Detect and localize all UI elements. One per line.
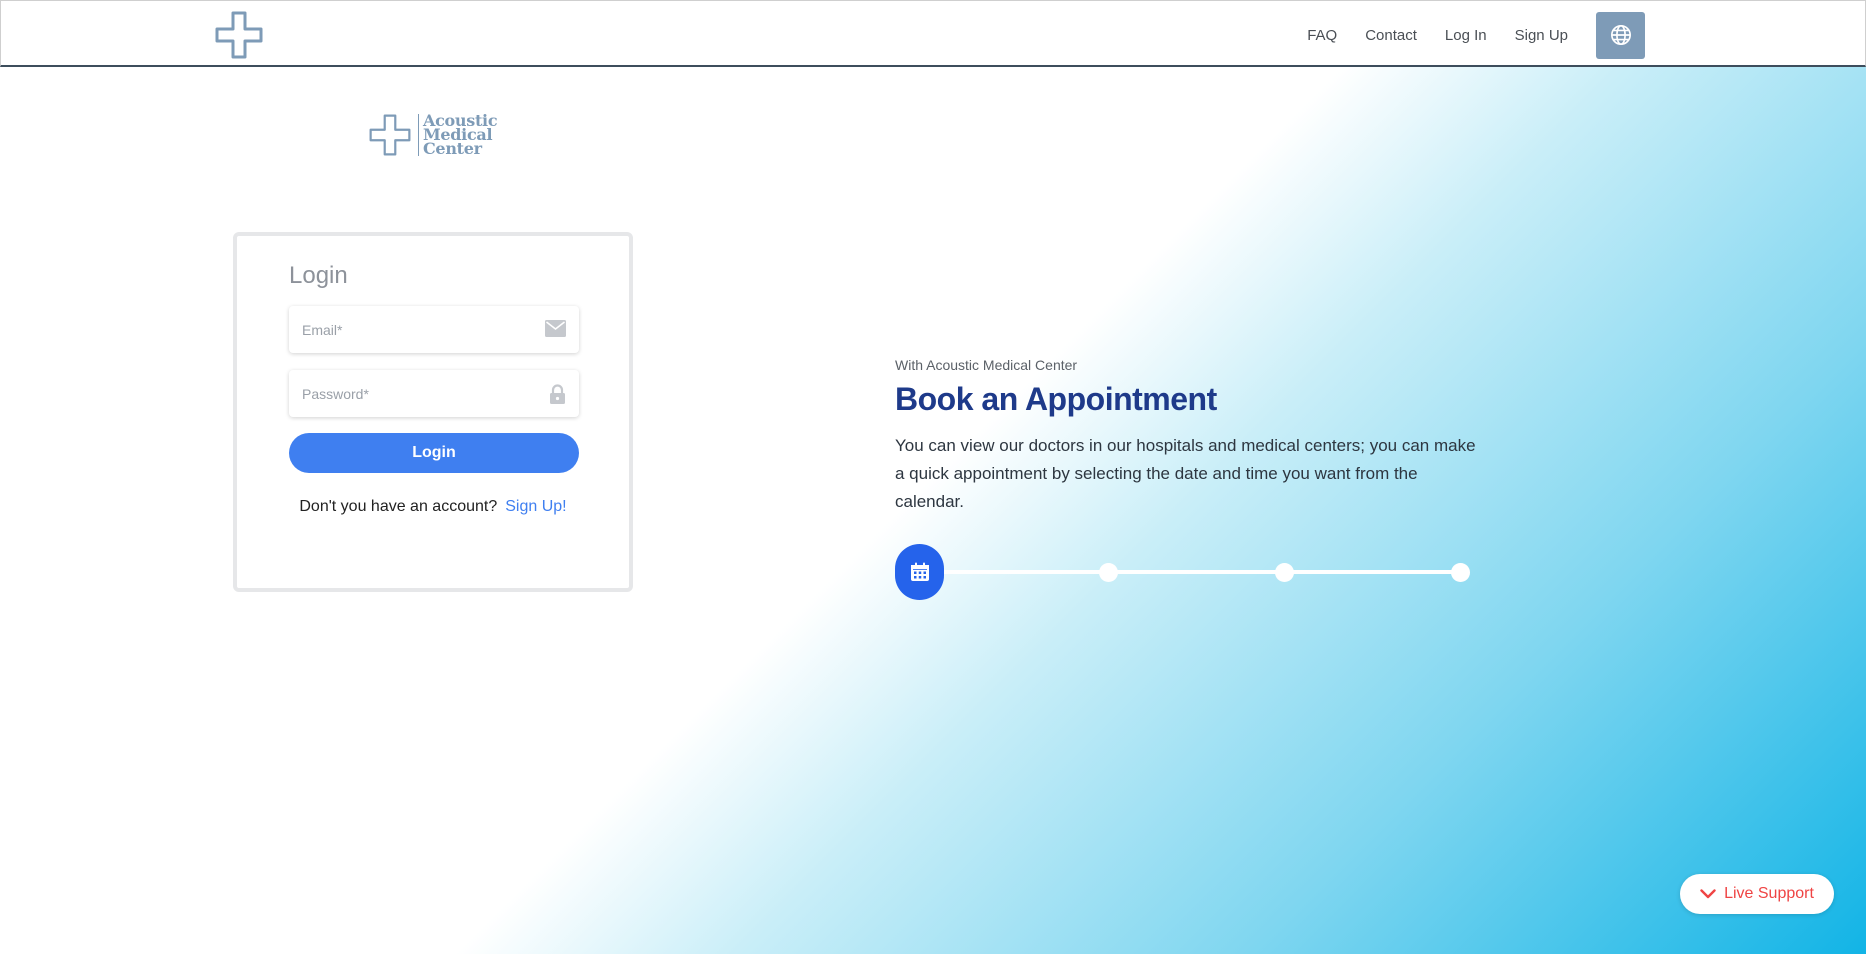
password-field-wrapper (289, 370, 579, 417)
lock-icon (550, 384, 565, 404)
signup-prompt: Don't you have an account? Sign Up! (237, 498, 629, 516)
steps-track (935, 570, 1455, 574)
live-support-button[interactable]: Live Support (1680, 874, 1834, 914)
language-button[interactable] (1596, 11, 1645, 59)
signup-link[interactable]: Sign Up! (505, 498, 566, 515)
hero-subtitle: With Acoustic Medical Center (895, 357, 1078, 373)
medical-cross-icon[interactable] (214, 10, 264, 60)
medical-cross-icon (369, 114, 411, 156)
hero-description: You can view our doctors in our hospital… (895, 436, 1476, 511)
booking-steps (895, 544, 1475, 600)
nav-signup[interactable]: Sign Up (1515, 27, 1568, 44)
email-field-wrapper (289, 306, 579, 353)
step-2-dot[interactable] (1099, 563, 1118, 582)
chevron-down-icon (1700, 889, 1716, 899)
envelope-icon (545, 320, 566, 337)
step-4-dot[interactable] (1451, 563, 1470, 582)
email-input[interactable] (289, 306, 529, 353)
login-title: Login (289, 262, 348, 289)
step-1-active[interactable] (895, 544, 944, 600)
brand-name: Acoustic Medical Center (418, 113, 498, 158)
hero-section: With Acoustic Medical Center Book an App… (895, 357, 1495, 516)
no-account-text: Don't you have an account? (299, 498, 498, 515)
globe-icon (1610, 25, 1631, 45)
nav-faq[interactable]: FAQ (1307, 27, 1337, 44)
nav-login[interactable]: Log In (1445, 27, 1487, 44)
live-support-label: Live Support (1724, 885, 1814, 902)
step-3-dot[interactable] (1275, 563, 1294, 582)
login-card: Login Login Don't you have an account? Si… (233, 232, 633, 592)
top-navbar: FAQ Contact Log In Sign Up (0, 0, 1866, 67)
password-input[interactable] (289, 370, 529, 417)
calendar-icon (910, 562, 929, 581)
nav-contact[interactable]: Contact (1365, 27, 1417, 44)
brand-line-3: Center (423, 139, 482, 158)
brand-logo: Acoustic Medical Center (368, 113, 498, 158)
hero-title: Book an Appointment (895, 381, 1217, 417)
main-nav: FAQ Contact Log In Sign Up (1307, 11, 1645, 59)
login-button[interactable]: Login (289, 433, 579, 473)
